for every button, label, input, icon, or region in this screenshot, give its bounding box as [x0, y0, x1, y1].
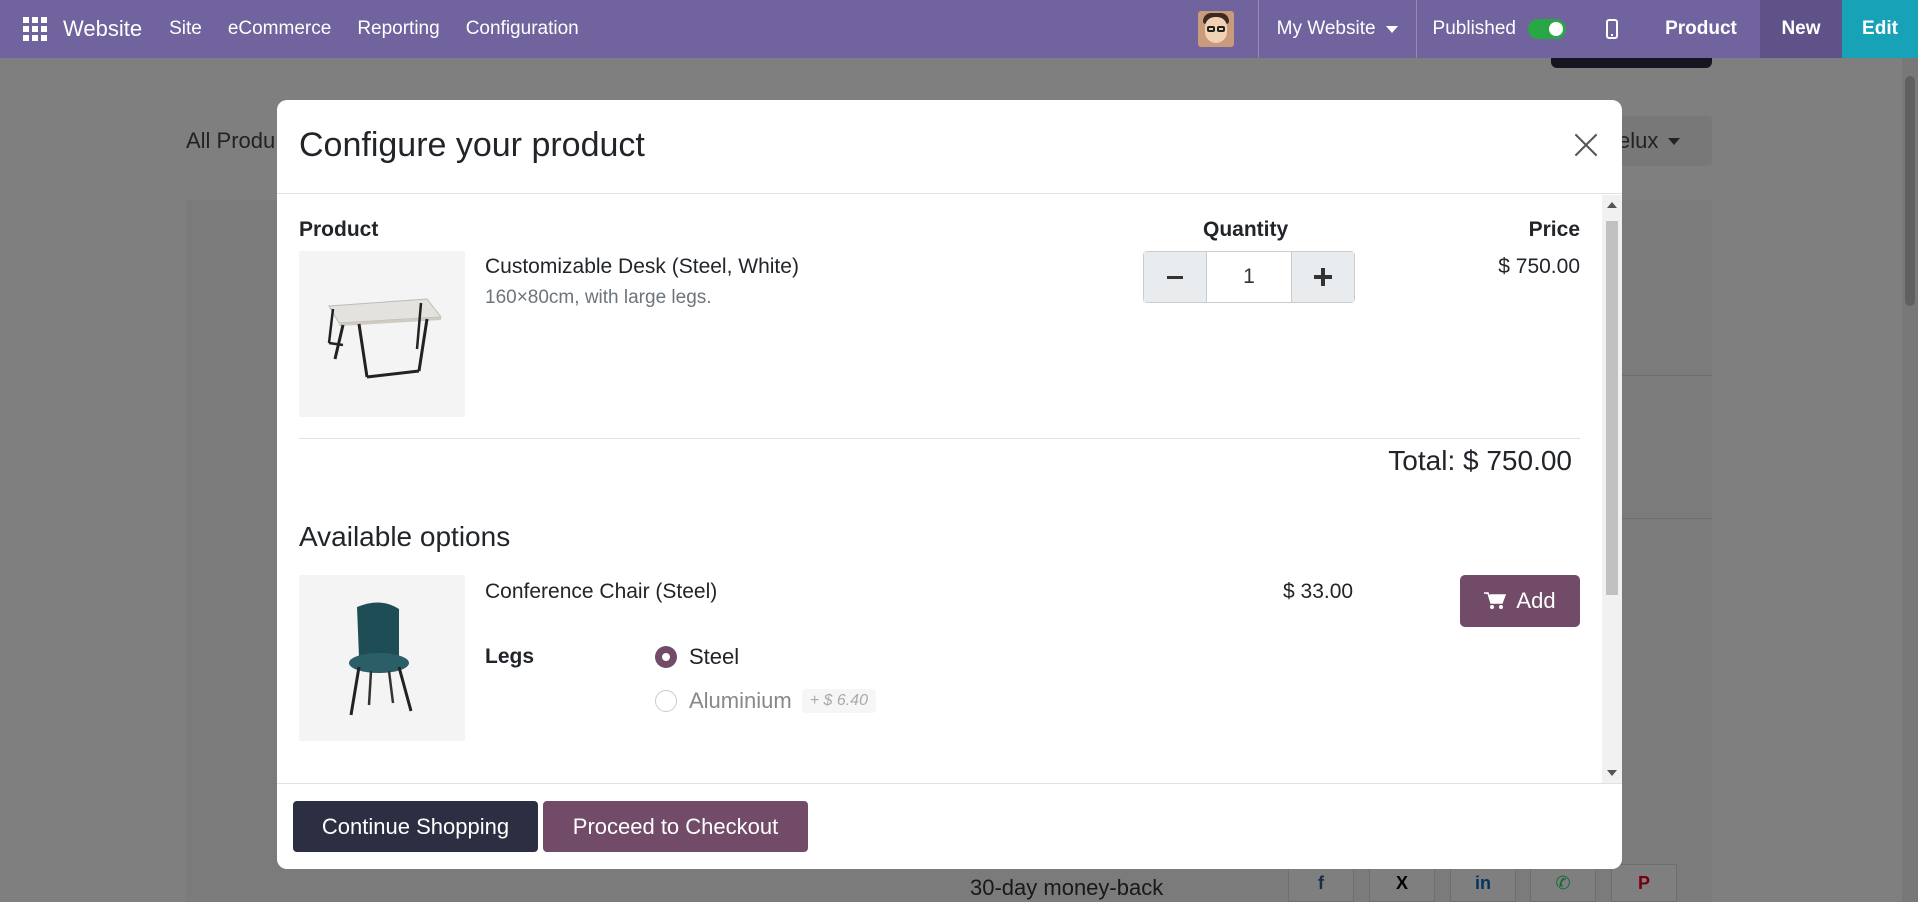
minus-icon	[1167, 275, 1183, 279]
menu-configuration[interactable]: Configuration	[466, 18, 579, 40]
shopping-cart-icon	[1484, 592, 1507, 609]
quantity-column-header: Quantity	[1203, 218, 1289, 241]
modal-title: Configure your product	[299, 126, 645, 164]
scroll-down-icon[interactable]	[1607, 770, 1617, 776]
radio-selected[interactable]	[655, 646, 677, 668]
user-avatar[interactable]	[1197, 11, 1234, 47]
modal-scrollbar[interactable]	[1602, 195, 1622, 783]
product-description: 160×80cm, with large legs.	[485, 287, 712, 308]
add-option-label: Add	[1516, 588, 1556, 613]
legs-option-label: Aluminium	[689, 688, 792, 713]
price-column-header: Price	[1528, 218, 1580, 241]
scrollbar-thumb[interactable]	[1606, 221, 1618, 595]
close-icon[interactable]	[1570, 129, 1602, 161]
plus-icon	[1314, 268, 1332, 286]
radio-unselected[interactable]	[655, 690, 677, 712]
available-options-heading: Available options	[299, 521, 511, 552]
published-toggle[interactable]	[1528, 19, 1566, 39]
increase-quantity-button[interactable]	[1292, 252, 1354, 302]
modal-body: Product Quantity Price Customizable Desk…	[277, 195, 1622, 783]
apps-menu-icon[interactable]	[23, 17, 47, 41]
legs-option-steel[interactable]: Steel	[655, 644, 739, 670]
legs-option-aluminium[interactable]: Aluminium + $ 6.40	[655, 688, 876, 714]
product-price: $ 750.00	[1498, 255, 1580, 278]
add-option-button[interactable]: Add	[1460, 575, 1580, 627]
published-toggle-group[interactable]: Published	[1417, 18, 1582, 40]
continue-shopping-button[interactable]: Continue Shopping	[293, 801, 538, 852]
edit-button[interactable]: Edit	[1842, 0, 1918, 58]
modal-header: Configure your product	[277, 100, 1622, 194]
caret-down-icon	[1385, 25, 1398, 33]
mobile-icon	[1606, 19, 1618, 39]
quantity-input[interactable]	[1206, 252, 1292, 302]
product-name: Customizable Desk (Steel, White)	[485, 255, 799, 278]
option-image	[299, 575, 465, 741]
legs-attribute-label: Legs	[485, 645, 535, 668]
website-selector-label: My Website	[1276, 18, 1376, 39]
website-selector[interactable]: My Website	[1259, 18, 1416, 40]
menu-site[interactable]: Site	[169, 18, 202, 40]
product-column-header: Product	[299, 218, 379, 241]
configure-product-modal: Configure your product Product Quantity …	[277, 100, 1622, 869]
mobile-preview-button[interactable]	[1582, 0, 1642, 58]
option-name: Conference Chair (Steel)	[485, 580, 718, 603]
product-image	[299, 251, 465, 417]
menu-ecommerce[interactable]: eCommerce	[228, 18, 331, 40]
app-brand[interactable]: Website	[63, 16, 142, 42]
legs-option-label: Steel	[689, 644, 740, 669]
modal-footer: Continue Shopping Proceed to Checkout	[277, 783, 1622, 869]
option-price: $ 33.00	[1283, 580, 1354, 603]
top-navbar: Website Site eCommerce Reporting Configu…	[0, 0, 1918, 58]
scroll-up-icon[interactable]	[1607, 202, 1617, 208]
quantity-stepper	[1143, 251, 1355, 303]
menu-reporting[interactable]: Reporting	[357, 18, 439, 40]
product-button[interactable]: Product	[1642, 0, 1760, 58]
published-label: Published	[1432, 18, 1516, 39]
new-button[interactable]: New	[1760, 0, 1842, 58]
decrease-quantity-button[interactable]	[1144, 252, 1206, 302]
total-price: Total: $ 750.00	[1388, 445, 1572, 476]
price-extra-badge: + $ 6.40	[801, 689, 876, 713]
proceed-to-checkout-button[interactable]: Proceed to Checkout	[543, 801, 808, 852]
divider	[299, 438, 1580, 439]
